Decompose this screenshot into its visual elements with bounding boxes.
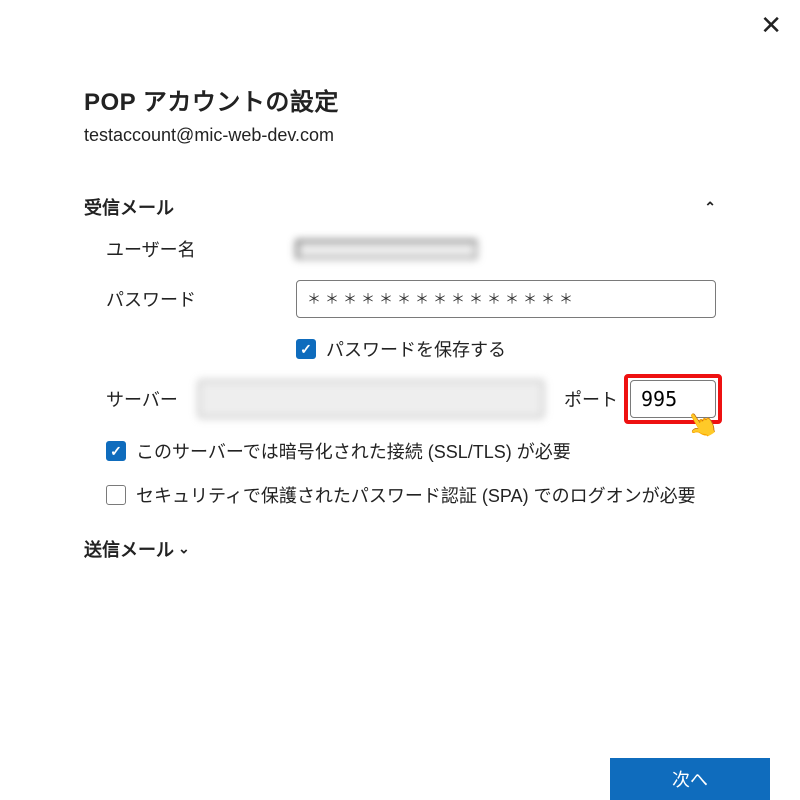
- username-label: ユーザー名: [106, 236, 296, 262]
- spa-label: セキュリティで保護されたパスワード認証 (SPA) でのログオンが必要: [136, 482, 696, 508]
- outgoing-header[interactable]: 送信メール ⌃: [84, 536, 716, 562]
- incoming-header[interactable]: 受信メール ⌃: [84, 194, 716, 220]
- ssl-label: このサーバーでは暗号化された接続 (SSL/TLS) が必要: [136, 438, 571, 464]
- save-password-checkbox[interactable]: [296, 339, 316, 359]
- password-label: パスワード: [106, 286, 296, 312]
- page-title: POP アカウントの設定: [84, 82, 716, 117]
- port-label: ポート: [564, 386, 618, 412]
- chevron-down-icon: ⌃: [178, 539, 190, 556]
- account-email: testaccount@mic-web-dev.com: [84, 125, 716, 146]
- save-password-label: パスワードを保存する: [326, 336, 506, 362]
- spa-checkbox[interactable]: [106, 485, 126, 505]
- server-input[interactable]: [198, 380, 544, 418]
- ssl-checkbox[interactable]: [106, 441, 126, 461]
- server-label: サーバー: [106, 386, 186, 412]
- password-input[interactable]: ＊＊＊＊＊＊＊＊＊＊＊＊＊＊＊: [296, 280, 716, 318]
- incoming-title: 受信メール: [84, 194, 174, 220]
- username-input[interactable]: [296, 240, 477, 259]
- outgoing-title: 送信メール: [84, 536, 174, 562]
- close-icon[interactable]: ✕: [760, 12, 782, 38]
- port-input[interactable]: [630, 380, 716, 418]
- chevron-up-icon: ⌃: [704, 199, 716, 216]
- next-button[interactable]: 次へ: [610, 758, 770, 800]
